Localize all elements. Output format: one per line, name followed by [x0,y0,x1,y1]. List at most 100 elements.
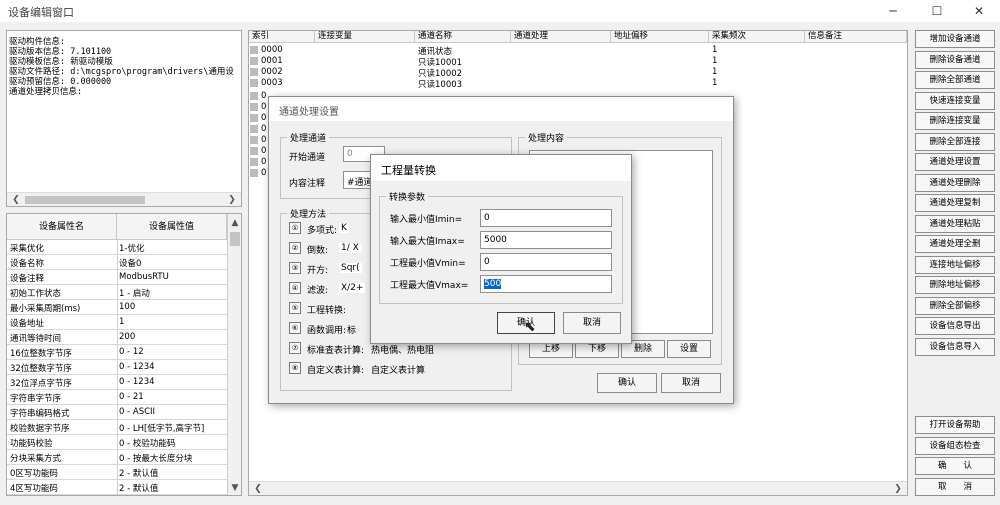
channel-cell: 1 [712,78,718,88]
driver-info-line: 驱动版本信息: 7.101100 [9,47,112,57]
prop-row[interactable]: 16位整数字节序 0 - 12 [7,345,227,360]
prop-row[interactable]: 通讯等待时间 200 [7,330,227,345]
channel-index-partial: 0 [261,135,267,145]
prop-name: 采集优化 [10,244,45,254]
right-button-4[interactable]: 删除连接变量 [915,112,995,130]
channel-header-6[interactable]: 信息备注 [805,31,907,43]
right-button-11[interactable]: 连接地址偏移 [915,255,995,274]
right-bottom-button-1[interactable]: 设备组态检查 [915,436,995,455]
close-button[interactable]: ✕ [964,2,994,20]
conv-field-input[interactable]: 0 [480,253,612,271]
channel-index-partial: 0 [261,157,267,167]
prop-value: 0 - 21 [119,392,144,402]
channel-header-1[interactable]: 连接变量 [315,31,415,43]
conv-field-label: 输入最大值Imax= [390,237,465,247]
scroll-left-icon[interactable]: ❮ [251,482,265,495]
method-radio-8[interactable]: ⑧ [289,362,301,374]
prop-row[interactable]: 4区写功能码 2 - 默认值 [7,480,227,495]
right-button-8[interactable]: 通道处理复制 [915,194,995,212]
right-button-14[interactable]: 设备信息导出 [915,317,995,335]
method-radio-6[interactable]: ⑥ [289,322,301,334]
right-button-13[interactable]: 删除全部偏移 [915,296,995,315]
prop-name: 设备名称 [10,259,45,269]
right-bottom-button-2[interactable]: 确 认 [915,457,995,475]
prop-name: 32位整数字节序 [10,364,72,374]
conv-field-input[interactable]: 0 [480,209,612,227]
prop-row[interactable]: 0区写功能码 2 - 默认值 [7,465,227,480]
channel-header-0[interactable]: 索引 [249,31,315,43]
right-button-2[interactable]: 删除全部通道 [915,71,995,89]
prop-row[interactable]: 设备名称 设备0 [7,255,227,270]
right-button-10[interactable]: 通道处理全删 [915,235,995,253]
right-button-15[interactable]: 设备信息导入 [915,337,995,356]
conv-field-value: 5000 [484,235,507,245]
right-button-3[interactable]: 快速连接变量 [915,91,995,110]
prop-name: 32位浮点字节序 [10,379,72,389]
process-dialog-title: 通道处理设置 [279,107,339,118]
right-button-9[interactable]: 通道处理粘贴 [915,214,995,233]
scroll-right-icon[interactable]: ❯ [891,482,905,495]
prop-vscroll[interactable]: ▲ ▼ [227,214,241,495]
prop-row[interactable]: 采集优化 1-优化 [7,240,227,255]
row-marker-icon [250,79,258,87]
method-radio-5[interactable]: ⑤ [289,302,301,314]
method-radio-7[interactable]: ⑦ [289,342,301,354]
prop-row[interactable]: 分块采集方式 0 - 按最大长度分块 [7,450,227,465]
conv-field-input[interactable]: 500 [480,275,612,293]
prop-row[interactable]: 功能码校验 0 - 校验功能码 [7,435,227,450]
conv-dialog-title: 工程量转换 [381,164,436,177]
prop-row[interactable]: 字符串字节序 0 - 21 [7,390,227,405]
prop-row[interactable]: 设备地址 1 [7,315,227,330]
driver-info-line: 驱动文件路径: d:\mcgspro\program\drivers\通用设 [9,67,234,77]
scroll-down-icon[interactable]: ▼ [228,481,241,495]
prop-value: 2 - 默认值 [119,484,159,494]
prop-row[interactable]: 字符串编码格式 0 - ASCII [7,405,227,420]
right-bottom-button-0[interactable]: 打开设备帮助 [915,416,995,434]
process-dialog-titlebar: 通道处理设置 [269,97,733,121]
scroll-right-icon[interactable]: ❯ [225,193,239,207]
minimize-button[interactable]: ─ [878,2,908,20]
prop-row[interactable]: 最小采集周期(ms) 100 [7,300,227,315]
method-radio-1[interactable]: ① [289,222,301,234]
channel-header-3[interactable]: 通道处理 [511,31,611,43]
method-radio-2[interactable]: ② [289,242,301,254]
scroll-left-icon[interactable]: ❮ [9,193,23,207]
conv-field-input[interactable]: 5000 [480,231,612,249]
right-button-0[interactable]: 增加设备通道 [915,30,995,48]
method-label: 多项式: [307,226,338,236]
process-ok-button[interactable]: 确认 [597,373,657,393]
hscroll-thumb[interactable] [25,196,145,204]
conv-cancel-button[interactable]: 取消 [563,312,621,334]
prop-row[interactable]: 32位浮点字节序 0 - 1234 [7,375,227,390]
driver-info-hscroll[interactable]: ❮ ❯ [7,192,241,206]
prop-value: 0 - 12 [119,347,144,357]
list-button-3[interactable]: 设置 [667,340,711,358]
row-marker-icon [250,57,258,65]
right-button-12[interactable]: 删除地址偏移 [915,276,995,294]
prop-row[interactable]: 设备注释 ModbusRTU [7,270,227,285]
method-radio-3[interactable]: ③ [289,262,301,274]
prop-row[interactable]: 初始工作状态 1 - 启动 [7,285,227,300]
channel-header-5[interactable]: 采集频次 [709,31,805,43]
prop-row[interactable]: 校验数据字节序 0 - LH[低字节,高字节] [7,420,227,435]
right-button-1[interactable]: 删除设备通道 [915,50,995,69]
method-radio-4[interactable]: ④ [289,282,301,294]
channel-row[interactable]: 0003 只读10003 1 [249,78,907,90]
scroll-up-icon[interactable]: ▲ [228,216,241,230]
right-button-7[interactable]: 通道处理删除 [915,173,995,192]
maximize-button[interactable]: ☐ [922,2,952,20]
prop-header-value: 设备属性值 [117,214,227,240]
channel-header-4[interactable]: 地址偏移 [611,31,709,43]
right-button-6[interactable]: 通道处理设置 [915,153,995,171]
prop-value: 1 [119,317,125,327]
right-button-5[interactable]: 删除全部连接 [915,132,995,151]
method-label: 函数调用: [307,326,347,336]
prop-row[interactable]: 32位整数字节序 0 - 1234 [7,360,227,375]
process-cancel-button[interactable]: 取消 [661,373,721,393]
channel-hscroll[interactable]: ❮ ❯ [249,481,907,495]
driver-info-line: 驱动模板信息: 新驱动模版 [9,57,113,67]
prop-name: 0区写功能码 [10,469,58,479]
vscroll-thumb[interactable] [230,232,240,246]
right-bottom-button-3[interactable]: 取 消 [915,477,995,496]
channel-header-2[interactable]: 通道名称 [415,31,511,43]
